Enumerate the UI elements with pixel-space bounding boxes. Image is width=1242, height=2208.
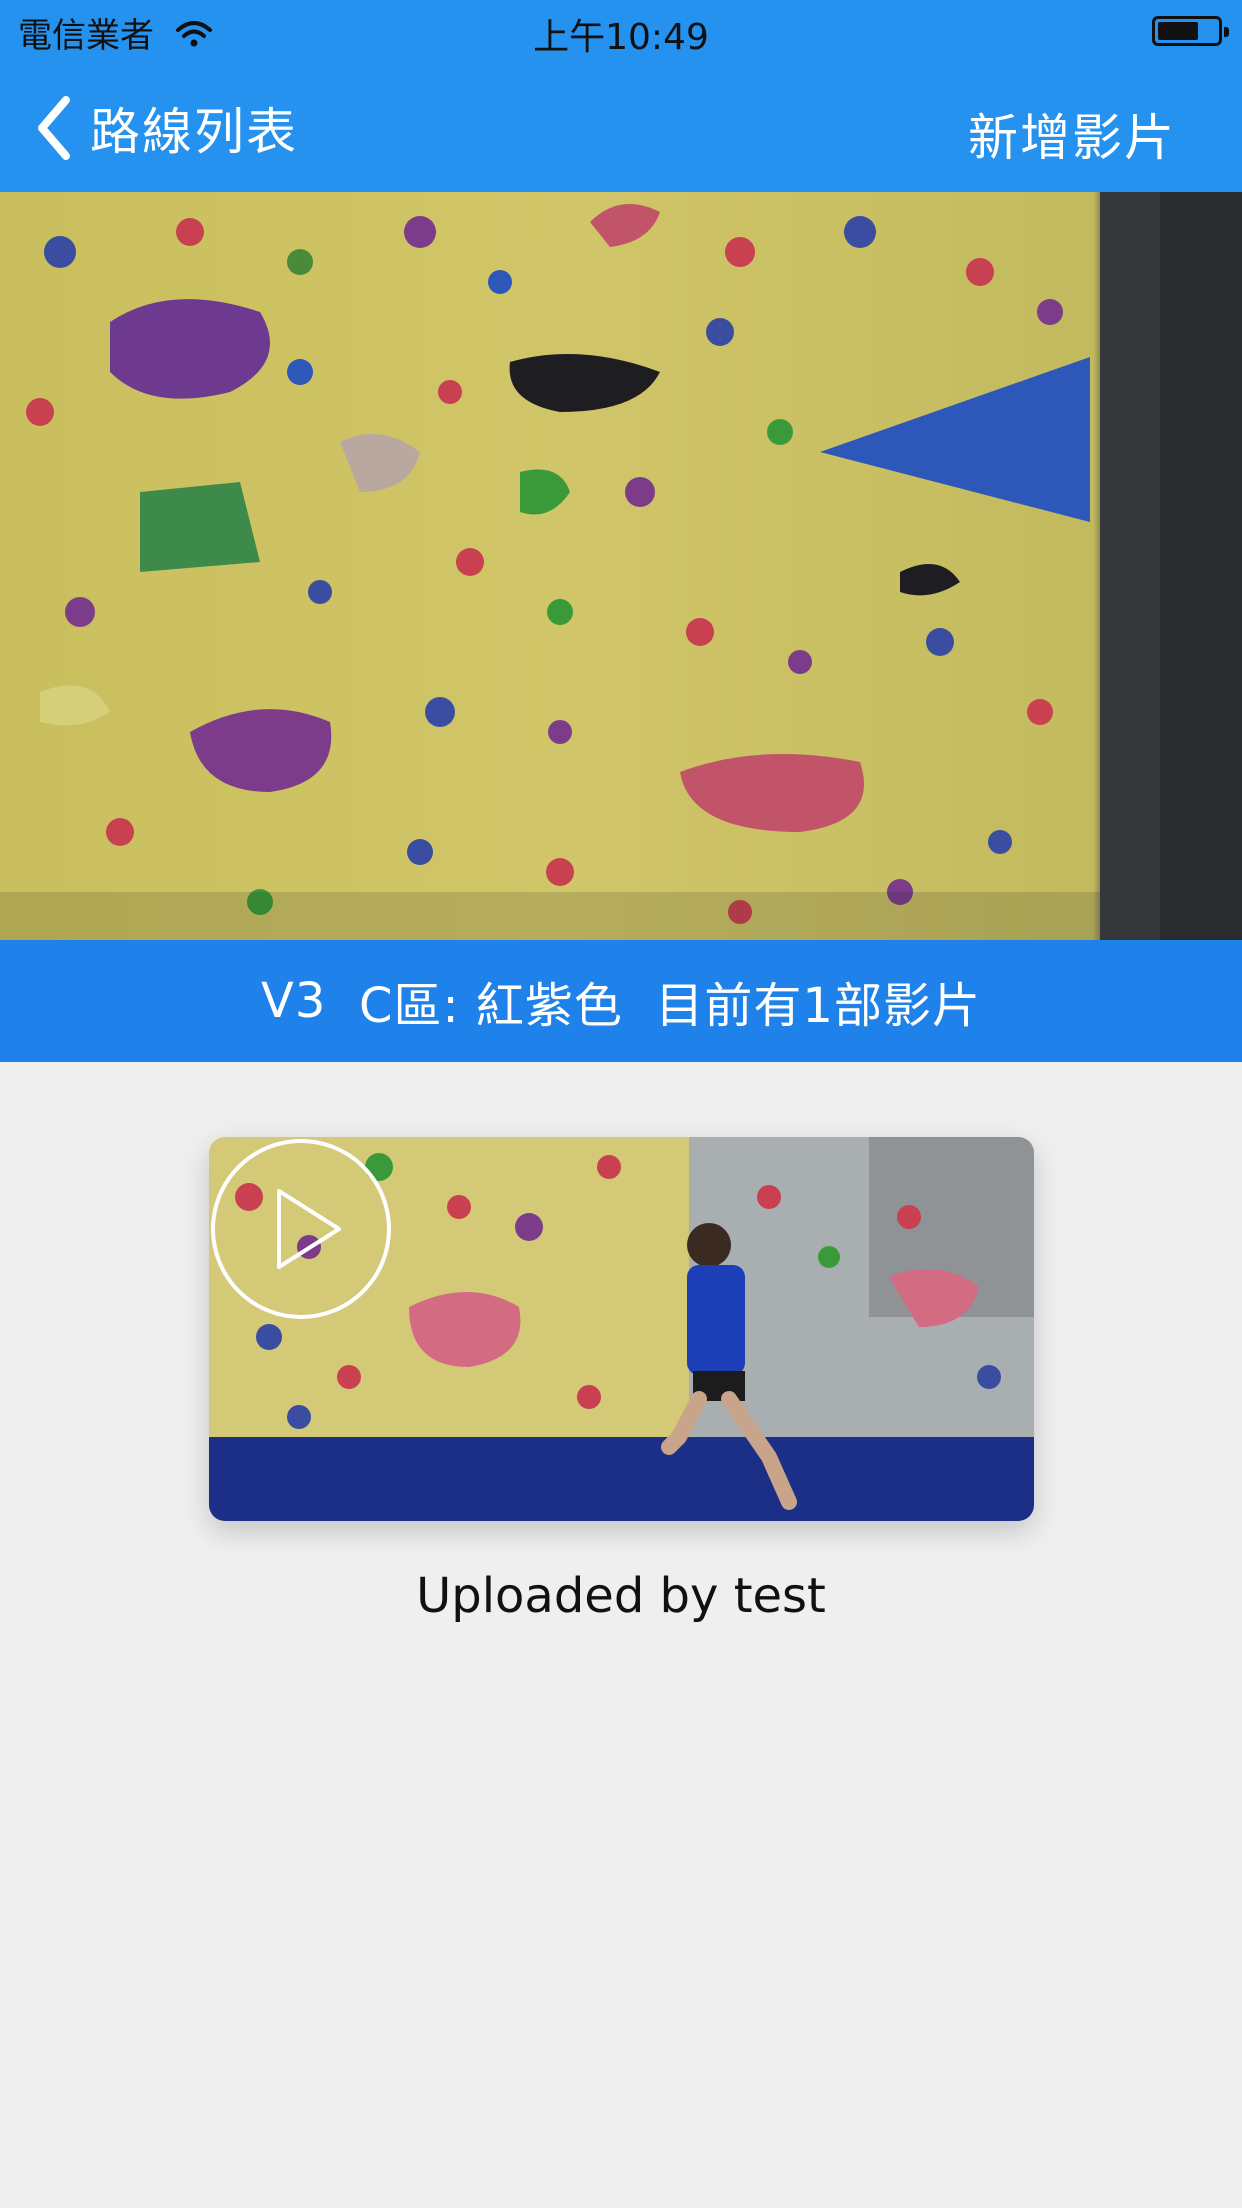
status-time: 上午10:49: [533, 17, 709, 58]
chevron-left-icon: [38, 96, 70, 160]
back-button-label: 路線列表: [90, 103, 298, 161]
navigation-bar: 路線列表 新增影片: [0, 62, 1242, 192]
route-grade: V3: [261, 973, 327, 1029]
status-bar: 電信業者 上午10:49: [0, 0, 1242, 62]
route-info-bar: V3 C區: 紅紫色 目前有1部影片: [0, 940, 1242, 1062]
battery-icon: [1152, 16, 1229, 46]
video-thumbnail[interactable]: [209, 1137, 1034, 1521]
add-video-button[interactable]: 新增影片: [968, 98, 1176, 170]
route-area-color: C區: 紅紫色: [358, 978, 623, 1034]
play-icon[interactable]: [209, 1137, 393, 1321]
uploader-label: Uploaded by test: [416, 1568, 826, 1624]
route-photo: [0, 192, 1242, 940]
climbing-wall-image: [0, 192, 1242, 940]
top-bar: 電信業者 上午10:49 路線列表 新增影片: [0, 0, 1242, 192]
back-button[interactable]: 路線列表: [32, 92, 298, 164]
route-video-count: 目前有1部影片: [655, 978, 981, 1034]
